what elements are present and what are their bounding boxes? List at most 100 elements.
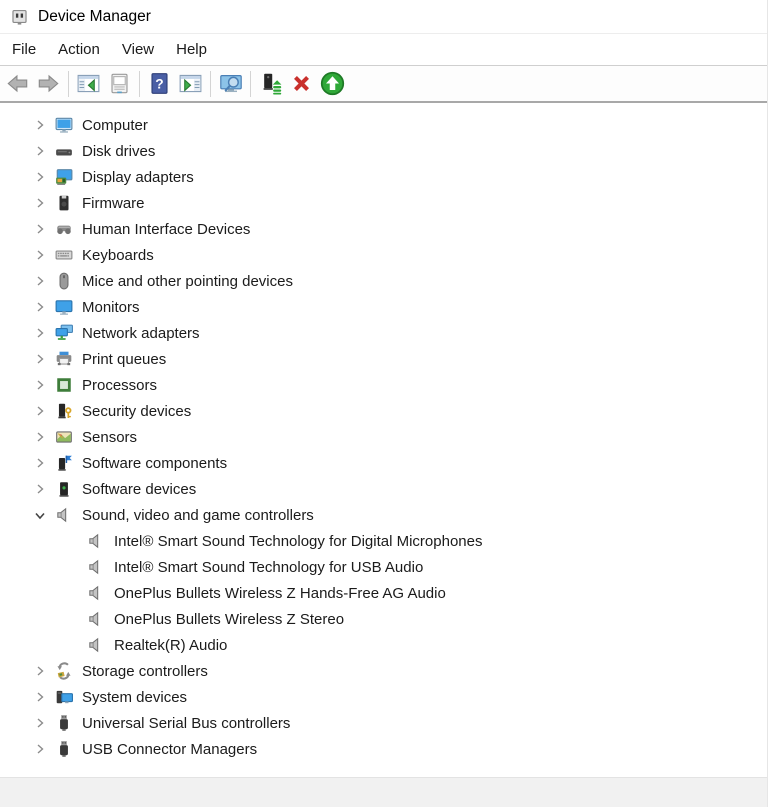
tree-item-label: OnePlus Bullets Wireless Z Hands-Free AG…	[114, 585, 446, 602]
toolbar-separator	[68, 71, 69, 97]
chevron-icon[interactable]	[30, 195, 50, 211]
tree-item-disk-drives[interactable]: Disk drives	[0, 138, 767, 164]
tree-item-keyboards[interactable]: Keyboards	[0, 242, 767, 268]
tree-item-software-devices[interactable]: Software devices	[0, 476, 767, 502]
tree-item-label: Network adapters	[82, 325, 200, 342]
toolbar-separator	[210, 71, 211, 97]
chevron-icon[interactable]	[30, 143, 50, 159]
tree-item-software-components[interactable]: Software components	[0, 450, 767, 476]
tree-item-label: Disk drives	[82, 143, 155, 160]
chevron-icon[interactable]	[30, 429, 50, 445]
speaker-icon	[54, 506, 74, 524]
show-console-tree-button[interactable]	[73, 69, 104, 98]
menu-file[interactable]: File	[1, 34, 47, 65]
chevron-icon[interactable]	[30, 377, 50, 393]
tree-item-sound-video-and-game-controllers[interactable]: Sound, video and game controllers	[0, 502, 767, 528]
network-adapter-icon	[54, 324, 74, 342]
computer-icon	[54, 116, 74, 134]
tree-item-oneplus-bullets-wireless-z-stereo[interactable]: OnePlus Bullets Wireless Z Stereo	[0, 606, 767, 632]
tree-item-realtek-r-audio[interactable]: Realtek(R) Audio	[0, 632, 767, 658]
chevron-icon[interactable]	[30, 455, 50, 471]
menu-bar: File Action View Help	[0, 34, 767, 66]
green-up-circle-icon	[320, 71, 345, 96]
speaker-icon	[86, 532, 106, 550]
forward-button[interactable]	[33, 69, 64, 98]
tree-item-firmware[interactable]: Firmware	[0, 190, 767, 216]
chevron-icon[interactable]	[30, 741, 50, 757]
speaker-icon	[86, 558, 106, 576]
tree-item-processors[interactable]: Processors	[0, 372, 767, 398]
menu-action[interactable]: Action	[47, 34, 111, 65]
chevron-icon	[62, 559, 82, 575]
menu-view[interactable]: View	[111, 34, 165, 65]
chevron-icon[interactable]	[30, 247, 50, 263]
toolbar: ?	[0, 66, 767, 103]
tree-item-human-interface-devices[interactable]: Human Interface Devices	[0, 216, 767, 242]
show-action-pane-button[interactable]	[175, 69, 206, 98]
tree-item-label: Keyboards	[82, 247, 154, 264]
chevron-icon	[62, 637, 82, 653]
speaker-icon	[86, 610, 106, 628]
tree-item-label: Sound, video and game controllers	[82, 507, 314, 524]
chevron-icon[interactable]	[30, 715, 50, 731]
tree-item-security-devices[interactable]: Security devices	[0, 398, 767, 424]
chevron-icon[interactable]	[30, 403, 50, 419]
scan-for-hardware-changes-button[interactable]	[215, 69, 246, 98]
tree-item-label: USB Connector Managers	[82, 741, 257, 758]
firmware-icon	[54, 194, 74, 212]
tree-item-sensors[interactable]: Sensors	[0, 424, 767, 450]
tree-item-print-queues[interactable]: Print queues	[0, 346, 767, 372]
tree-item-monitors[interactable]: Monitors	[0, 294, 767, 320]
tree-item-storage-controllers[interactable]: Storage controllers	[0, 658, 767, 684]
properties-button[interactable]	[104, 69, 135, 98]
chevron-icon[interactable]	[30, 273, 50, 289]
toolbar-separator	[139, 71, 140, 97]
uninstall-device-button[interactable]	[286, 69, 317, 98]
chevron-icon[interactable]	[30, 351, 50, 367]
usb-icon	[54, 740, 74, 758]
uninstall-red-x-icon	[290, 72, 313, 95]
tree-item-network-adapters[interactable]: Network adapters	[0, 320, 767, 346]
forward-arrow-icon	[37, 72, 60, 95]
tree-item-label: Sensors	[82, 429, 137, 446]
chevron-icon[interactable]	[30, 221, 50, 237]
tree-item-intel-smart-sound-technology-for-digital-microphones[interactable]: Intel® Smart Sound Technology for Digita…	[0, 528, 767, 554]
chevron-icon	[62, 611, 82, 627]
tree-item-label: Processors	[82, 377, 157, 394]
tree-item-display-adapters[interactable]: Display adapters	[0, 164, 767, 190]
tree-item-label: System devices	[82, 689, 187, 706]
tree-item-mice-and-other-pointing-devices[interactable]: Mice and other pointing devices	[0, 268, 767, 294]
tree-item-computer[interactable]: Computer	[0, 112, 767, 138]
menu-help[interactable]: Help	[165, 34, 218, 65]
chevron-icon[interactable]	[30, 507, 50, 523]
help-button[interactable]: ?	[144, 69, 175, 98]
back-arrow-icon	[6, 72, 29, 95]
back-button[interactable]	[2, 69, 33, 98]
tree-item-label: Monitors	[82, 299, 140, 316]
tree-item-label: Mice and other pointing devices	[82, 273, 293, 290]
chevron-icon[interactable]	[30, 325, 50, 341]
system-device-icon	[54, 688, 74, 706]
tree-item-label: Computer	[82, 117, 148, 134]
tree-item-usb-connector-managers[interactable]: USB Connector Managers	[0, 736, 767, 762]
security-device-icon	[54, 402, 74, 420]
tree-item-system-devices[interactable]: System devices	[0, 684, 767, 710]
chevron-icon[interactable]	[30, 299, 50, 315]
chevron-icon[interactable]	[30, 689, 50, 705]
tree-item-label: Print queues	[82, 351, 166, 368]
hid-icon	[54, 220, 74, 238]
update-driver-software-button[interactable]	[317, 69, 348, 98]
chevron-icon[interactable]	[30, 117, 50, 133]
window-title: Device Manager	[38, 8, 151, 26]
tree-item-oneplus-bullets-wireless-z-hands-free-ag-audio[interactable]: OnePlus Bullets Wireless Z Hands-Free AG…	[0, 580, 767, 606]
tree-item-intel-smart-sound-technology-for-usb-audio[interactable]: Intel® Smart Sound Technology for USB Au…	[0, 554, 767, 580]
chevron-icon	[62, 585, 82, 601]
chevron-icon[interactable]	[30, 663, 50, 679]
tree-item-label: Display adapters	[82, 169, 194, 186]
tree-item-label: OnePlus Bullets Wireless Z Stereo	[114, 611, 344, 628]
update-driver-button[interactable]	[255, 69, 286, 98]
chevron-icon[interactable]	[30, 481, 50, 497]
tree-item-universal-serial-bus-controllers[interactable]: Universal Serial Bus controllers	[0, 710, 767, 736]
chevron-icon[interactable]	[30, 169, 50, 185]
toolbar-separator	[250, 71, 251, 97]
